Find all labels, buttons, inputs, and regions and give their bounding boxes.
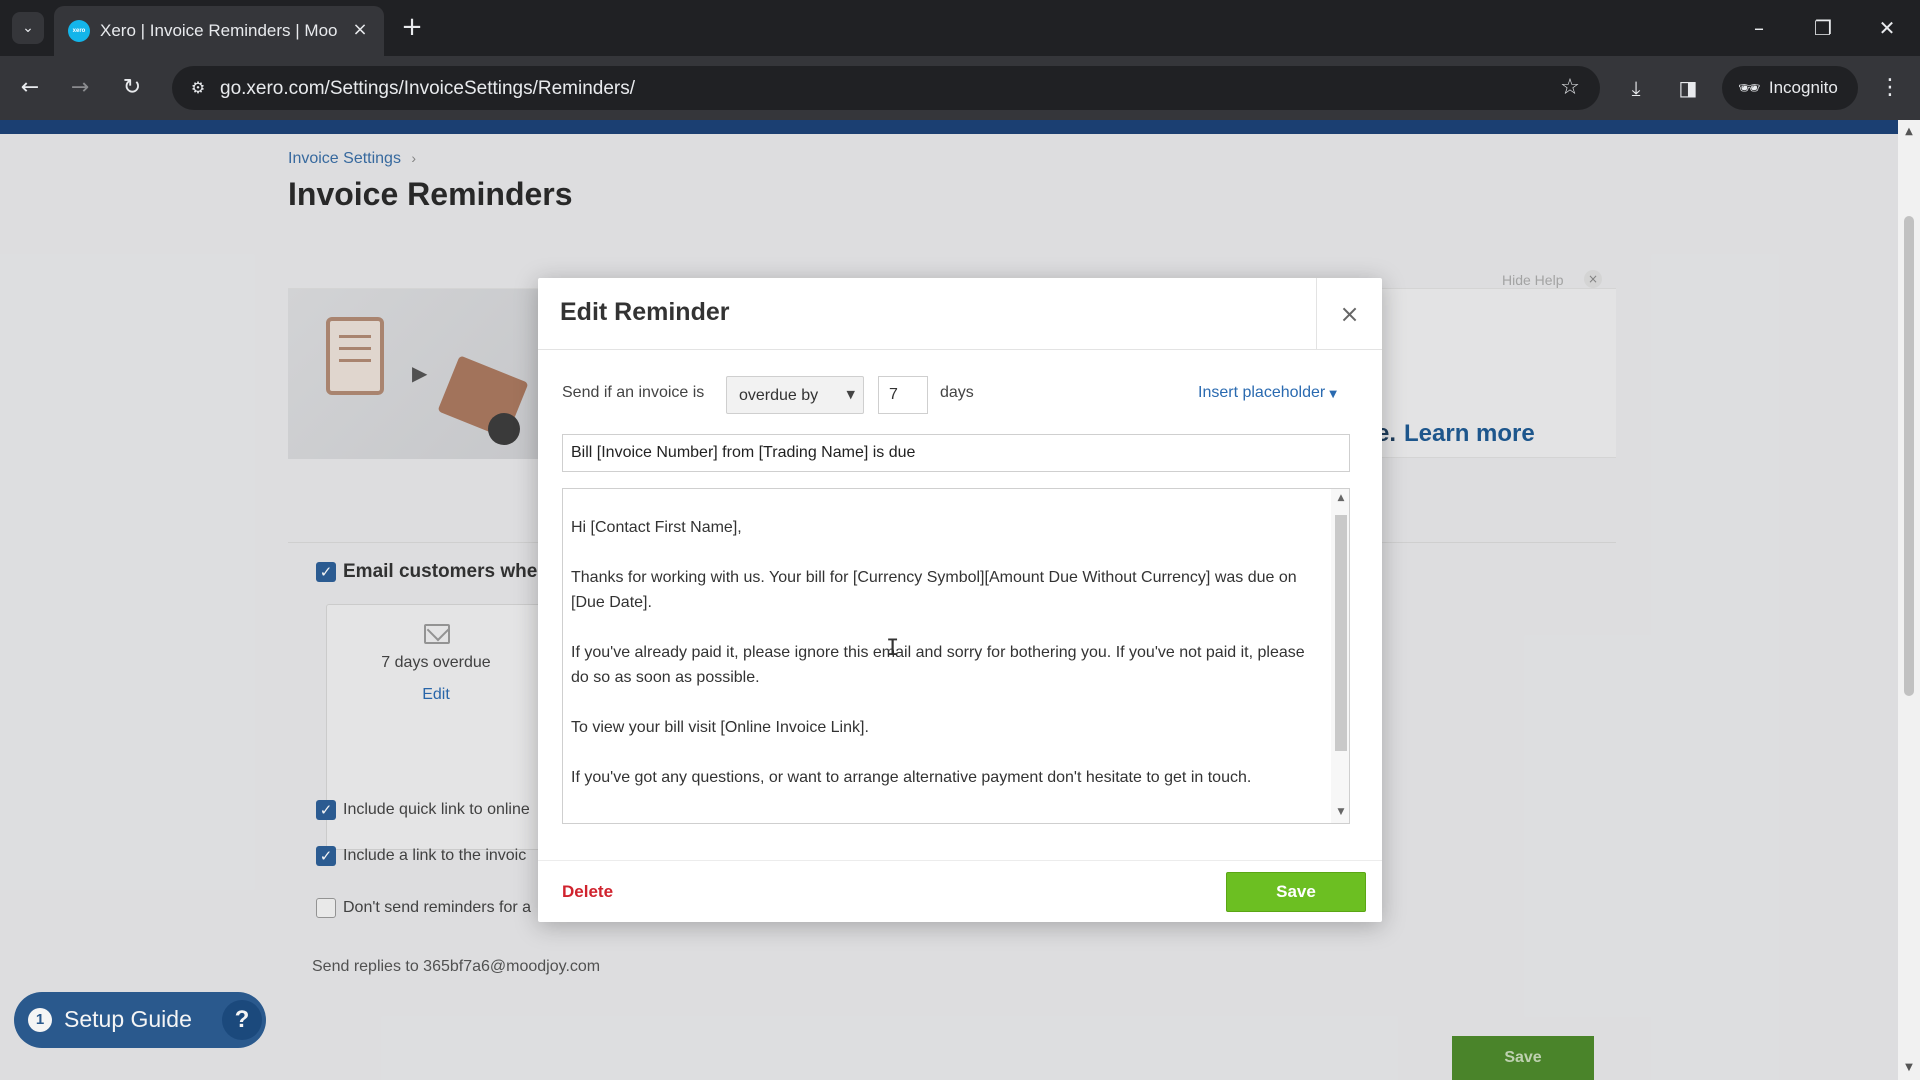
xero-favicon-icon: xero bbox=[68, 20, 90, 42]
forward-icon[interactable]: → bbox=[64, 72, 96, 104]
browser-toolbar: ← → ↻ ⚙ go.xero.com/Settings/InvoiceSett… bbox=[0, 56, 1920, 120]
page-scrollbar-thumb[interactable] bbox=[1904, 216, 1914, 696]
message-body-textarea[interactable]: Hi [Contact First Name], Thanks for work… bbox=[562, 488, 1350, 824]
reload-icon[interactable]: ↻ bbox=[116, 72, 148, 104]
back-icon[interactable]: ← bbox=[14, 72, 46, 104]
window-close-icon[interactable]: ✕ bbox=[1864, 8, 1910, 48]
tab-search-icon[interactable]: ⌄ bbox=[12, 12, 44, 44]
insert-placeholder-label: Insert placeholder bbox=[1198, 384, 1326, 401]
body-scrollbar[interactable]: ▲ ▼ bbox=[1331, 489, 1349, 823]
browser-tab[interactable]: xero Xero | Invoice Reminders | Moo × bbox=[54, 6, 384, 56]
caret-down-icon: ▼ bbox=[1329, 389, 1337, 400]
side-panel-icon[interactable]: ◨ bbox=[1672, 72, 1704, 104]
scroll-up-icon[interactable]: ▲ bbox=[1903, 126, 1915, 137]
text-cursor-icon: I bbox=[886, 636, 900, 661]
insert-placeholder-dropdown[interactable]: Insert placeholder ▼ bbox=[1198, 384, 1337, 402]
body-scroll-up-icon[interactable]: ▲ bbox=[1335, 493, 1347, 503]
browser-tab-bar: ⌄ xero Xero | Invoice Reminders | Moo × … bbox=[0, 0, 1920, 56]
body-paragraph: Hi [Contact First Name], bbox=[571, 519, 742, 536]
incognito-badge[interactable]: 🕶 Incognito bbox=[1722, 66, 1858, 110]
bookmark-star-icon[interactable]: ☆ bbox=[1556, 74, 1584, 102]
restore-icon[interactable]: ❐ bbox=[1800, 8, 1846, 48]
new-tab-icon[interactable]: + bbox=[396, 12, 428, 44]
body-scroll-down-icon[interactable]: ▼ bbox=[1335, 807, 1347, 817]
modal-footer-divider bbox=[538, 860, 1382, 861]
delete-button[interactable]: Delete bbox=[562, 882, 613, 902]
page-scrollbar[interactable]: ▲ ▼ bbox=[1898, 120, 1920, 1080]
minimize-icon[interactable]: – bbox=[1736, 8, 1782, 48]
condition-select-value: overdue by bbox=[739, 387, 819, 404]
subject-input[interactable] bbox=[562, 434, 1350, 472]
modal-close-icon[interactable]: × bbox=[1316, 278, 1382, 350]
days-input[interactable] bbox=[878, 376, 928, 414]
address-bar[interactable]: ⚙ go.xero.com/Settings/InvoiceSettings/R… bbox=[172, 66, 1600, 110]
condition-select[interactable]: overdue by ▼ bbox=[726, 376, 864, 414]
body-scrollbar-thumb[interactable] bbox=[1335, 515, 1347, 751]
tab-close-icon[interactable]: × bbox=[348, 18, 372, 42]
scroll-down-icon[interactable]: ▼ bbox=[1903, 1062, 1915, 1073]
chevron-down-icon: ▼ bbox=[846, 388, 855, 401]
save-button[interactable]: Save bbox=[1226, 872, 1366, 912]
edit-reminder-dialog: Edit Reminder × Send if an invoice is ov… bbox=[538, 278, 1382, 922]
message-body-text: Hi [Contact First Name], Thanks for work… bbox=[571, 515, 1323, 815]
tab-title: Xero | Invoice Reminders | Moo bbox=[100, 21, 338, 40]
site-info-icon[interactable]: ⚙ bbox=[186, 76, 210, 100]
modal-header: Edit Reminder × bbox=[538, 278, 1382, 350]
body-paragraph: To view your bill visit [Online Invoice … bbox=[571, 719, 869, 736]
body-paragraph: Thanks for working with us. Your bill fo… bbox=[571, 569, 1297, 611]
incognito-label: Incognito bbox=[1768, 78, 1838, 97]
modal-title: Edit Reminder bbox=[560, 298, 730, 326]
days-label: days bbox=[940, 384, 974, 401]
download-icon[interactable]: ⤓ bbox=[1620, 72, 1652, 104]
xero-header-strip bbox=[0, 120, 1898, 134]
browser-menu-icon[interactable]: ⋮ bbox=[1876, 72, 1904, 104]
url-text[interactable]: go.xero.com/Settings/InvoiceSettings/Rem… bbox=[220, 78, 635, 100]
condition-label: Send if an invoice is bbox=[562, 384, 705, 401]
incognito-icon: 🕶 bbox=[1738, 77, 1761, 99]
body-paragraph: If you've already paid it, please ignore… bbox=[571, 644, 1305, 686]
body-paragraph: If you've got any questions, or want to … bbox=[571, 769, 1252, 786]
